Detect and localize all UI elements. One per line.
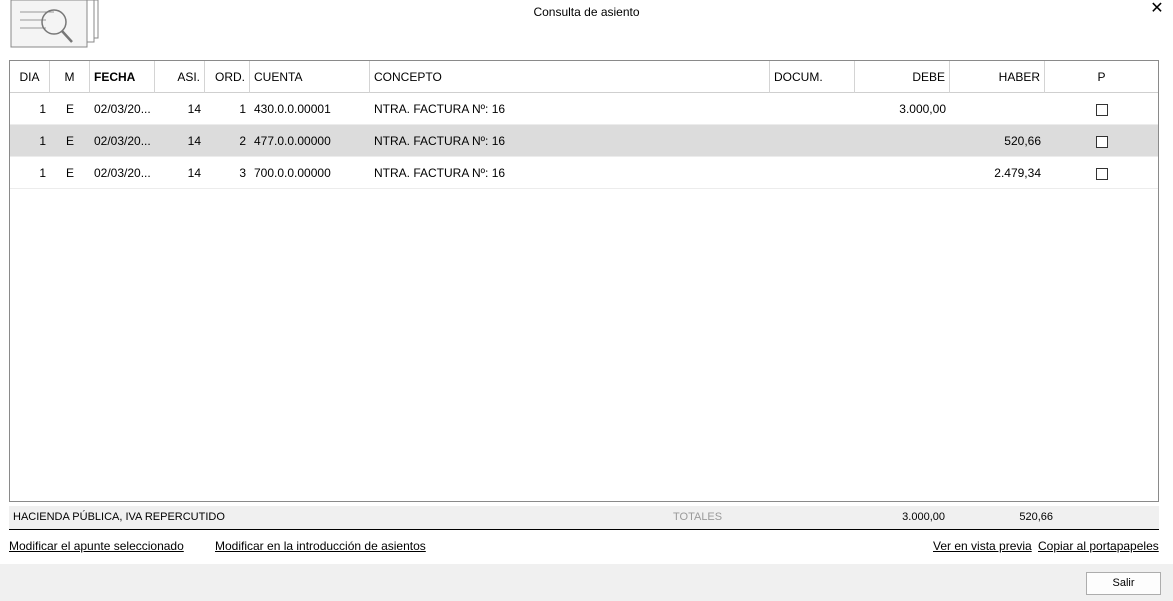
cell-p — [1045, 125, 1158, 157]
cell-cuenta: 477.0.0.00000 — [254, 134, 331, 148]
cell-docum — [770, 125, 855, 157]
cell-ord: 2 — [239, 134, 246, 148]
column-header-ord[interactable]: ORD. — [205, 61, 250, 93]
cell-ord: 1 — [239, 102, 246, 116]
cell-cuenta: 700.0.0.00000 — [254, 166, 331, 180]
p-checkbox[interactable] — [1095, 103, 1108, 116]
cell-fecha: 02/03/20... — [94, 102, 151, 116]
column-header-p[interactable]: P — [1045, 61, 1158, 93]
cell-asi: 14 — [187, 166, 201, 180]
totals-label: TOTALES — [673, 511, 723, 523]
p-checkbox[interactable] — [1095, 167, 1108, 180]
cell-haber: 520,66 — [1004, 134, 1041, 148]
cell-concepto: NTRA. FACTURA Nº: 16 — [374, 134, 506, 148]
window-title: Consulta de asiento — [533, 5, 640, 19]
cell-dia: 1 — [39, 134, 46, 148]
cell-dia: 1 — [39, 102, 46, 116]
cell-m: E — [65, 134, 74, 148]
column-header-haber[interactable]: HABER — [950, 61, 1045, 93]
column-header-asi[interactable]: ASI. — [155, 61, 205, 93]
total-debe: 3.000,00 — [902, 511, 945, 523]
copy-clipboard-link[interactable]: Copiar al portapapeles — [1038, 539, 1159, 553]
cell-m: E — [65, 102, 74, 116]
consulta-asiento-window: Consulta de asiento ✕ DIA M FECHA ASI. O… — [0, 0, 1173, 601]
cell-haber: 2.479,34 — [994, 166, 1041, 180]
cell-asi: 14 — [187, 102, 201, 116]
column-header-cuenta[interactable]: CUENTA — [250, 61, 370, 93]
column-header-concepto[interactable]: CONCEPTO — [370, 61, 770, 93]
table-row[interactable]: 1 E 02/03/20... 14 1 430.0.0.00001 NTRA.… — [10, 93, 1158, 125]
column-header-dia[interactable]: DIA — [10, 61, 50, 93]
footer-bar: Salir — [0, 564, 1173, 601]
modify-selected-link[interactable]: Modificar el apunte seleccionado — [9, 539, 184, 553]
account-name: HACIENDA PÚBLICA, IVA REPERCUTIDO — [13, 511, 225, 523]
entries-grid: DIA M FECHA ASI. ORD. CUENTA CONCEPTO DO… — [9, 60, 1159, 502]
column-header-m[interactable]: M — [50, 61, 90, 93]
cell-cuenta: 430.0.0.00001 — [254, 102, 331, 116]
status-bar: HACIENDA PÚBLICA, IVA REPERCUTIDO TOTALE… — [9, 506, 1159, 530]
column-header-fecha[interactable]: FECHA — [90, 61, 155, 93]
exit-button[interactable]: Salir — [1086, 572, 1161, 595]
table-row[interactable]: 1 E 02/03/20... 14 3 700.0.0.00000 NTRA.… — [10, 157, 1158, 189]
total-haber: 520,66 — [1019, 511, 1053, 523]
column-header-docum[interactable]: DOCUM. — [770, 61, 855, 93]
cell-asi: 14 — [187, 134, 201, 148]
close-icon[interactable]: ✕ — [1149, 0, 1165, 18]
cell-concepto: NTRA. FACTURA Nº: 16 — [374, 166, 506, 180]
cell-fecha: 02/03/20... — [94, 166, 151, 180]
cell-debe — [855, 157, 950, 189]
cell-p — [1045, 157, 1158, 189]
cell-debe: 3.000,00 — [899, 102, 946, 116]
modify-in-entry-link[interactable]: Modificar en la introducción de asientos — [215, 539, 426, 553]
column-header-debe[interactable]: DEBE — [855, 61, 950, 93]
table-row-selected[interactable]: 1 E 02/03/20... 14 2 477.0.0.00000 NTRA.… — [10, 125, 1158, 157]
cell-dia: 1 — [39, 166, 46, 180]
cell-fecha: 02/03/20... — [94, 134, 151, 148]
cell-docum — [770, 93, 855, 125]
cell-concepto: NTRA. FACTURA Nº: 16 — [374, 102, 506, 116]
cell-m: E — [65, 166, 74, 180]
cell-haber — [950, 93, 1045, 125]
print-preview-link[interactable]: Ver en vista previa — [933, 539, 1032, 553]
cell-docum — [770, 157, 855, 189]
cell-ord: 3 — [239, 166, 246, 180]
grid-header: DIA M FECHA ASI. ORD. CUENTA CONCEPTO DO… — [10, 61, 1158, 93]
cell-p — [1045, 93, 1158, 125]
cell-debe — [855, 125, 950, 157]
p-checkbox[interactable] — [1095, 135, 1108, 148]
